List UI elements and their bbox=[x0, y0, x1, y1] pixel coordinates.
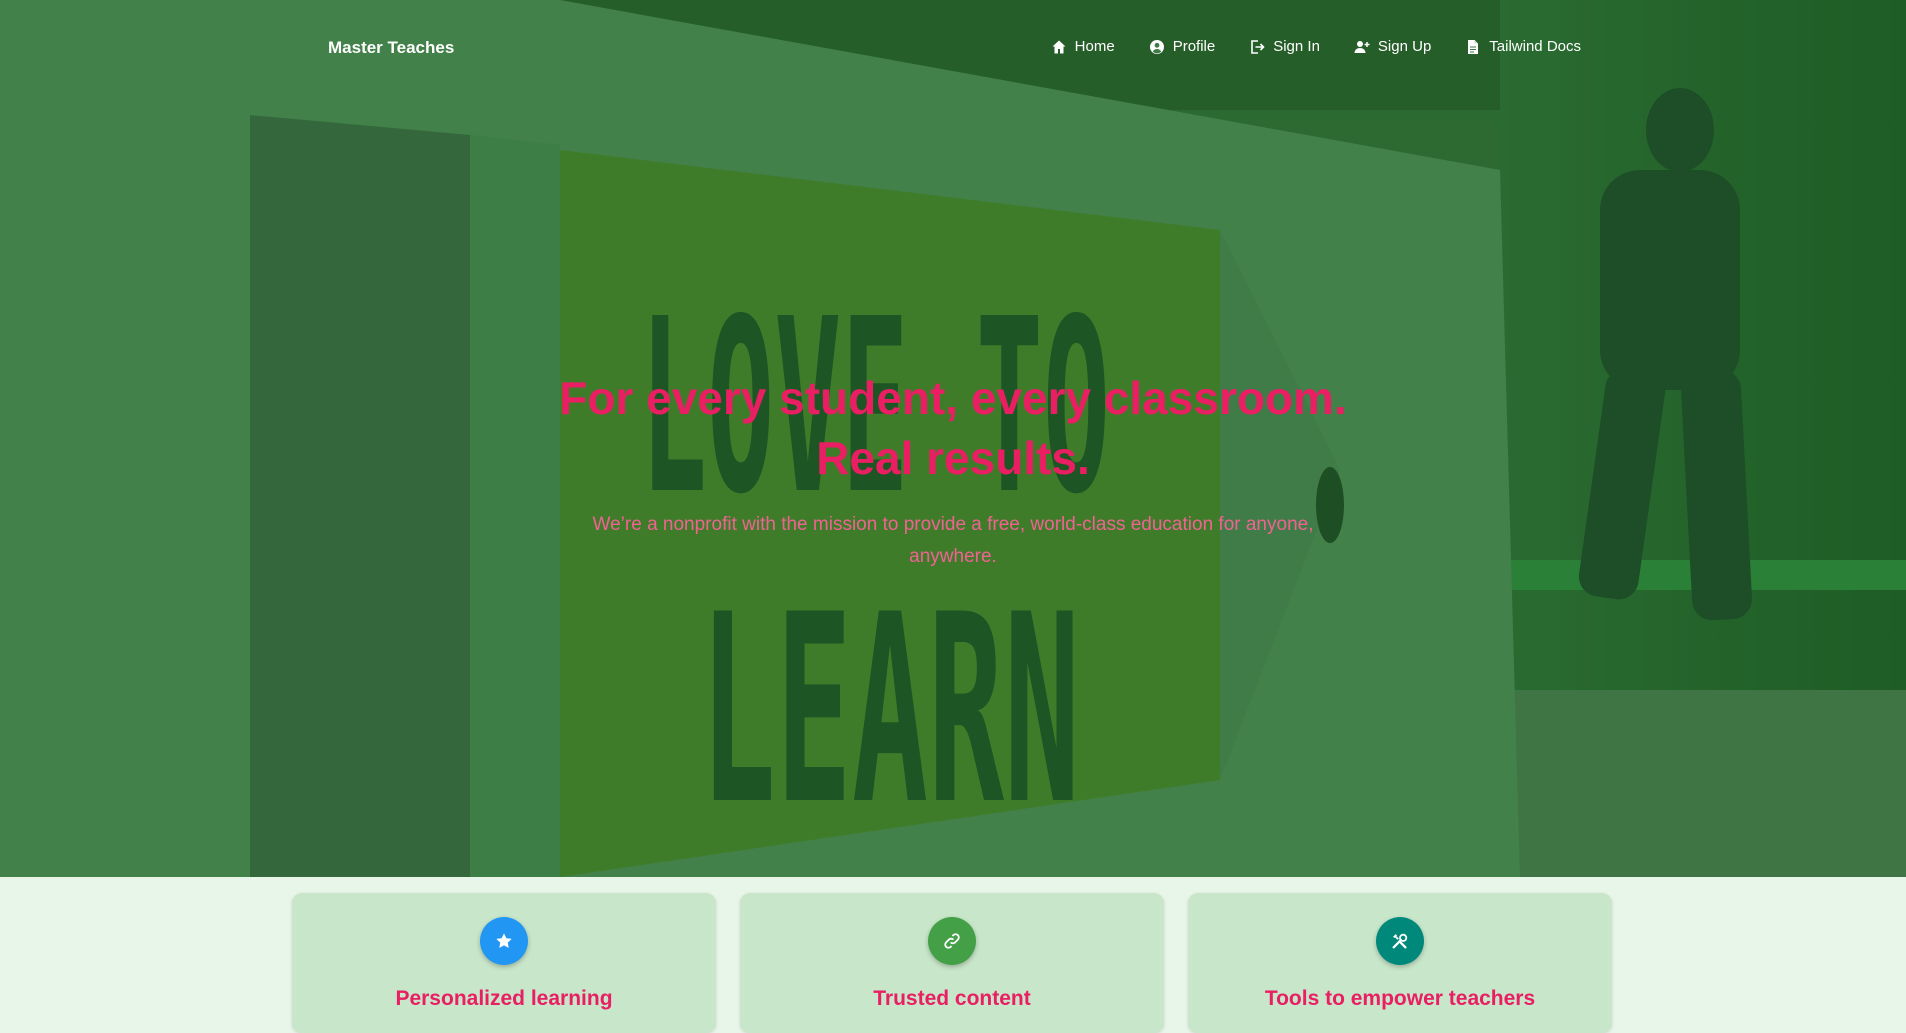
nav-item-profile[interactable]: Profile bbox=[1149, 38, 1216, 55]
nav-item-sign-up[interactable]: Sign Up bbox=[1354, 38, 1431, 55]
hero-title: For every student, every classroom. Real… bbox=[453, 368, 1453, 488]
feature-card-title: Personalized learning bbox=[395, 987, 613, 1010]
link-icon bbox=[928, 917, 976, 965]
feature-card-trusted-content: Trusted content bbox=[740, 893, 1164, 1033]
nav-item-sign-in[interactable]: Sign In bbox=[1249, 38, 1320, 55]
sign-in-icon bbox=[1249, 39, 1265, 55]
feature-card-title: Tools to empower teachers bbox=[1264, 987, 1536, 1010]
document-icon bbox=[1465, 39, 1481, 55]
hero-subtitle: We’re a nonprofit with the mission to pr… bbox=[592, 514, 1314, 567]
hero-title-line2: Real results. bbox=[816, 432, 1090, 484]
feature-card-tools-for-teachers: Tools to empower teachers bbox=[1188, 893, 1612, 1033]
nav-item-label: Profile bbox=[1172, 38, 1216, 55]
home-icon bbox=[1051, 39, 1067, 55]
tools-icon bbox=[1376, 917, 1424, 965]
hero-title-line1: For every student, every classroom. bbox=[559, 372, 1347, 424]
hero-headline: For every student, every classroom. Real… bbox=[453, 368, 1453, 573]
nav-item-label: Home bbox=[1074, 38, 1115, 55]
features-section: Personalized learning Trusted content To… bbox=[292, 893, 1612, 1033]
nav-item-tailwind-docs[interactable]: Tailwind Docs bbox=[1465, 38, 1581, 55]
nav-item-label: Sign In bbox=[1273, 38, 1320, 55]
brand-logo-link[interactable]: Master Teaches bbox=[328, 38, 454, 58]
nav-item-home[interactable]: Home bbox=[1051, 38, 1115, 55]
star-icon bbox=[480, 917, 528, 965]
hero-section: LOVE TO LEARN Master Teaches Home Profil… bbox=[0, 0, 1906, 877]
nav-links: Home Profile Sign In Sign Up Tailwind Do… bbox=[1051, 38, 1581, 55]
feature-card-personalized-learning: Personalized learning bbox=[292, 893, 716, 1033]
user-plus-icon bbox=[1354, 39, 1370, 55]
user-circle-icon bbox=[1149, 39, 1165, 55]
nav-item-label: Tailwind Docs bbox=[1489, 38, 1581, 55]
feature-card-title: Trusted content bbox=[873, 987, 1031, 1010]
nav-item-label: Sign Up bbox=[1377, 38, 1432, 55]
top-navbar: Master Teaches Home Profile Sign In Sign… bbox=[0, 0, 1906, 95]
